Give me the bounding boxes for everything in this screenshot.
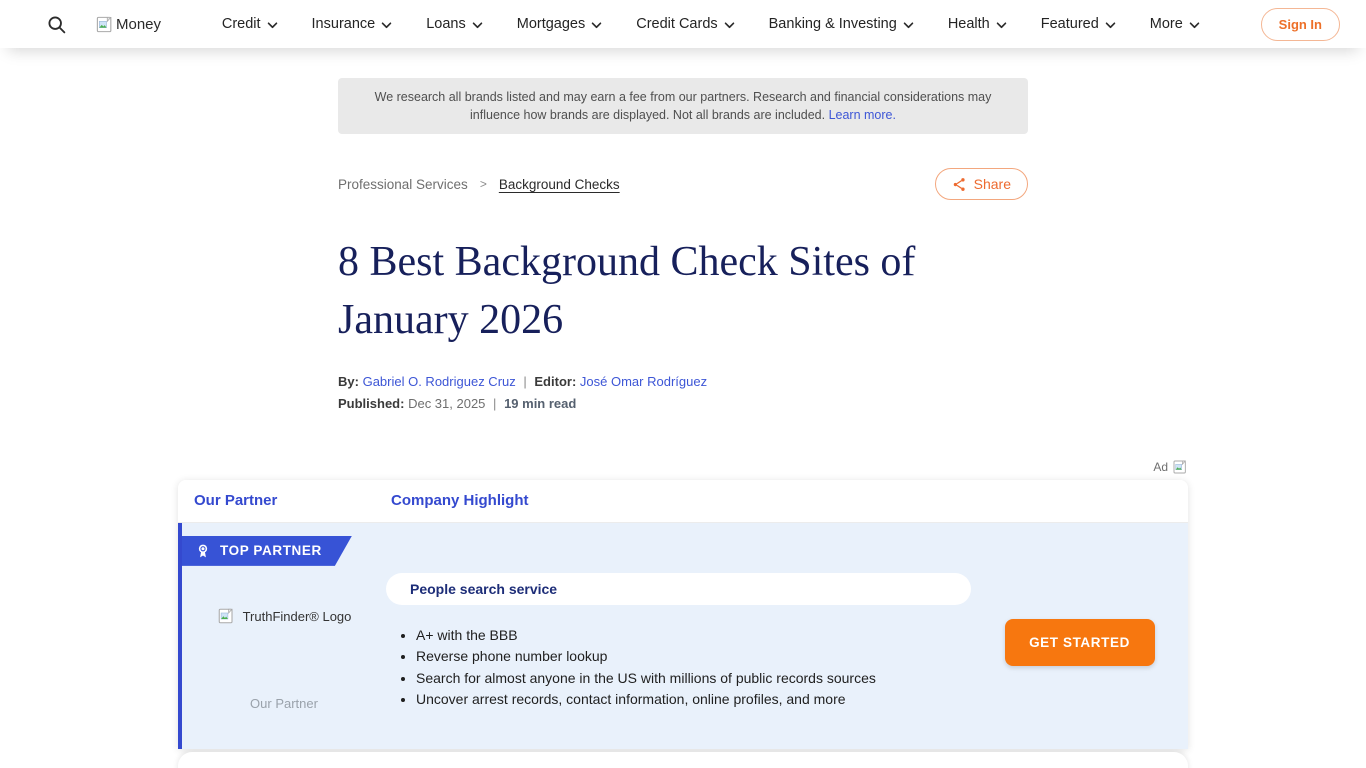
nav-item-label: Banking & Investing xyxy=(769,16,897,32)
breadcrumb-current[interactable]: Background Checks xyxy=(499,177,620,192)
disclosure-text: We research all brands listed and may ea… xyxy=(375,90,992,122)
broken-image-icon xyxy=(1172,459,1188,475)
breadcrumb-separator: > xyxy=(480,177,487,191)
highlight-bullet: Uncover arrest records, contact informat… xyxy=(416,689,971,711)
search-icon xyxy=(46,14,67,35)
nav-item[interactable]: Loans xyxy=(426,16,483,32)
nav-item[interactable]: Health xyxy=(948,16,1007,32)
byline-divider: | xyxy=(519,374,530,389)
nav-item[interactable]: Credit Cards xyxy=(636,16,734,32)
partner-table-header: Our Partner Company Highlight xyxy=(178,480,1188,523)
chevron-down-icon xyxy=(903,22,914,29)
broken-image-icon xyxy=(217,607,235,625)
top-partner-row: TOP PARTNER TruthFinder® Logo Our Partne… xyxy=(178,523,1188,749)
page-title: 8 Best Background Check Sites of January… xyxy=(338,234,1028,350)
by-label: By: xyxy=(338,374,359,389)
article-head-column: We research all brands listed and may ea… xyxy=(338,78,1028,411)
cta-cell: GET STARTED xyxy=(971,573,1188,711)
partner-logo-cell: TruthFinder® Logo Our Partner xyxy=(182,573,386,711)
nav-item[interactable]: More xyxy=(1150,16,1200,32)
nav-item[interactable]: Mortgages xyxy=(517,16,603,32)
award-ribbon-icon xyxy=(195,543,211,559)
published-date: Dec 31, 2025 xyxy=(408,396,485,411)
advertiser-disclosure: We research all brands listed and may ea… xyxy=(338,78,1028,134)
chevron-down-icon xyxy=(591,22,602,29)
share-button[interactable]: Share xyxy=(935,168,1028,200)
partner-logo-alt-text: TruthFinder® Logo xyxy=(243,607,352,624)
nav-item-label: Mortgages xyxy=(517,16,586,32)
ad-label-row: Ad xyxy=(178,459,1188,475)
chevron-down-icon xyxy=(1189,22,1200,29)
partner-table-section: Ad Our Partner Company Highlight xyxy=(178,459,1188,768)
column-company-highlight: Company Highlight xyxy=(391,492,529,509)
top-partner-badge: TOP PARTNER xyxy=(182,536,352,566)
nav-item-label: Credit xyxy=(222,16,261,32)
money-logo[interactable]: Money xyxy=(95,15,161,34)
share-label: Share xyxy=(974,176,1011,192)
nav-item-label: Credit Cards xyxy=(636,16,717,32)
nav-item-label: Featured xyxy=(1041,16,1099,32)
breadcrumb: Professional Services > Background Check… xyxy=(338,177,620,192)
highlight-bullet: Reverse phone number lookup xyxy=(416,646,971,668)
learn-more-link[interactable]: Learn more. xyxy=(829,108,896,122)
logo-alt-text: Money xyxy=(116,16,161,33)
highlight-bullet: Search for almost anyone in the US with … xyxy=(416,668,971,690)
column-our-partner: Our Partner xyxy=(178,492,391,509)
top-partner-card: Our Partner Company Highlight TOP PARTNE… xyxy=(178,480,1188,749)
byline: By: Gabriel O. Rodriguez Cruz | Editor: … xyxy=(338,374,1028,389)
company-highlight-cell: People search service A+ with the BBB Re… xyxy=(386,573,971,711)
broken-image-icon xyxy=(95,15,114,34)
editor-link[interactable]: José Omar Rodríguez xyxy=(580,374,707,389)
highlight-bullet-list: A+ with the BBB Reverse phone number loo… xyxy=(416,625,971,711)
nav-item-label: Insurance xyxy=(312,16,376,32)
nav-item[interactable]: Insurance xyxy=(312,16,393,32)
chevron-down-icon xyxy=(267,22,278,29)
breadcrumb-category[interactable]: Professional Services xyxy=(338,177,468,192)
site-header: Money Credit Insurance Loans xyxy=(0,0,1366,48)
get-started-button[interactable]: GET STARTED xyxy=(1005,619,1155,666)
partner-logo[interactable]: TruthFinder® Logo xyxy=(217,607,352,625)
nav-item[interactable]: Credit xyxy=(222,16,278,32)
chevron-down-icon xyxy=(472,22,483,29)
main-nav: Credit Insurance Loans Mortgages xyxy=(161,16,1261,32)
nav-item[interactable]: Featured xyxy=(1041,16,1116,32)
nav-item-label: Loans xyxy=(426,16,466,32)
ad-label: Ad xyxy=(1153,460,1168,474)
published-line: Published: Dec 31, 2025 | 19 min read xyxy=(338,396,1028,411)
sign-in-button[interactable]: Sign In xyxy=(1261,8,1340,41)
published-label: Published: xyxy=(338,396,404,411)
nav-item[interactable]: Banking & Investing xyxy=(769,16,914,32)
top-partner-badge-label: TOP PARTNER xyxy=(220,543,322,558)
published-divider: | xyxy=(489,396,500,411)
read-time: 19 min read xyxy=(504,396,576,411)
next-partner-row-peek xyxy=(178,752,1188,768)
chevron-down-icon xyxy=(381,22,392,29)
search-button[interactable] xyxy=(44,12,69,37)
chevron-down-icon xyxy=(724,22,735,29)
chevron-down-icon xyxy=(996,22,1007,29)
editor-label: Editor: xyxy=(534,374,576,389)
author-link[interactable]: Gabriel O. Rodriguez Cruz xyxy=(363,374,516,389)
chevron-down-icon xyxy=(1105,22,1116,29)
nav-item-label: Health xyxy=(948,16,990,32)
partner-caption: Our Partner xyxy=(250,696,318,711)
share-icon xyxy=(952,177,967,192)
highlight-bullet: A+ with the BBB xyxy=(416,625,971,647)
nav-item-label: More xyxy=(1150,16,1183,32)
breadcrumb-row: Professional Services > Background Check… xyxy=(338,167,1028,201)
service-category-pill: People search service xyxy=(386,573,971,605)
